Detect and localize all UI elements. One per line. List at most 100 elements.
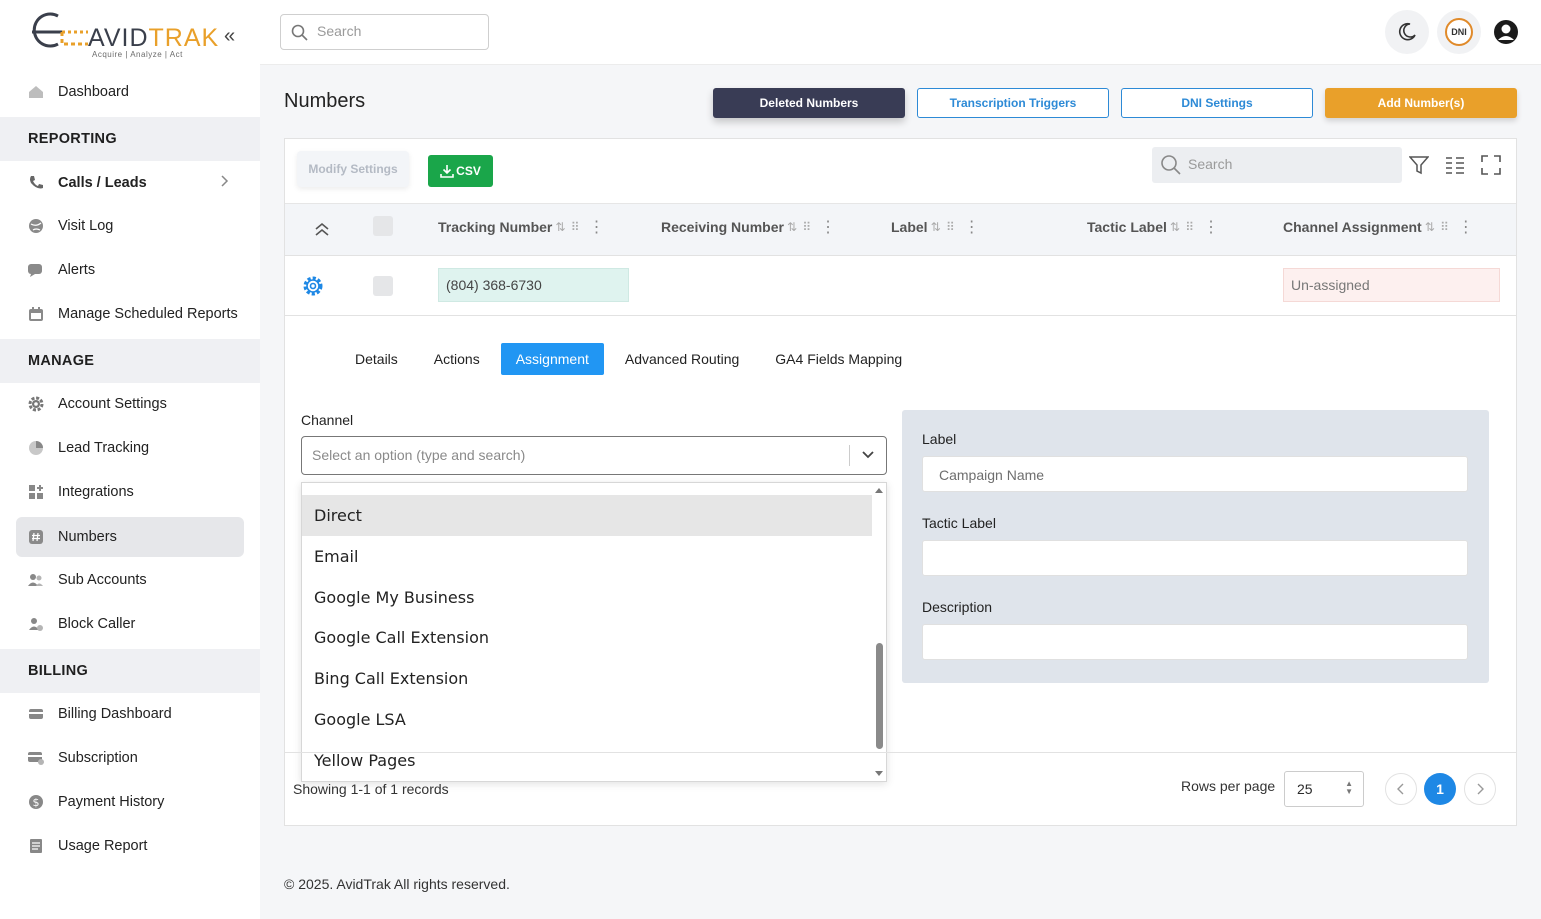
phone-icon bbox=[26, 173, 46, 193]
tab-details[interactable]: Details bbox=[340, 343, 413, 375]
sidebar-item-calls-leads[interactable]: Calls / Leads bbox=[16, 163, 244, 203]
description-input[interactable] bbox=[939, 635, 1439, 651]
pie-chart-icon bbox=[26, 438, 46, 458]
next-page-button[interactable] bbox=[1464, 773, 1496, 805]
fullscreen-icon[interactable] bbox=[1481, 155, 1501, 175]
add-numbers-button[interactable]: Add Number(s) bbox=[1325, 88, 1517, 118]
channel-option[interactable]: Email bbox=[302, 536, 872, 577]
column-menu-icon[interactable]: ⋮ bbox=[964, 217, 980, 237]
sort-icon[interactable]: ⇅ ⠿ bbox=[931, 220, 956, 234]
tracking-number-cell[interactable]: (804) 368-6730 bbox=[438, 268, 629, 302]
sidebar-item-visit-log[interactable]: Visit Log bbox=[16, 206, 244, 246]
brand-tagline: Acquire | Analyze | Act bbox=[92, 50, 183, 59]
column-menu-icon[interactable]: ⋮ bbox=[1203, 217, 1219, 237]
label-input[interactable] bbox=[939, 467, 1439, 483]
channel-select-input[interactable] bbox=[312, 447, 832, 463]
numbers-card: Modify Settings CSV Tracking Number⇅ ⠿⋮ … bbox=[284, 138, 1517, 826]
scrollbar-thumb[interactable] bbox=[876, 643, 883, 749]
dni-settings-button[interactable]: DNI Settings bbox=[1121, 88, 1313, 118]
row-checkbox[interactable] bbox=[373, 276, 393, 296]
dni-button[interactable]: DNI bbox=[1437, 10, 1481, 54]
channel-option[interactable]: Bing Call Extension bbox=[302, 658, 872, 699]
sidebar-item-payment-history[interactable]: $ Payment History bbox=[16, 782, 244, 822]
channel-select[interactable] bbox=[301, 436, 887, 475]
chevron-left-icon bbox=[1397, 783, 1404, 795]
sort-icon[interactable]: ⇅ ⠿ bbox=[1170, 220, 1195, 234]
page-1-button[interactable]: 1 bbox=[1424, 773, 1456, 805]
column-header-tactic-label[interactable]: Tactic Label ⇅ ⠿ ⋮ bbox=[1087, 217, 1219, 237]
sidebar-item-billing-dashboard[interactable]: Billing Dashboard bbox=[16, 694, 244, 734]
sidebar-item-sub-accounts[interactable]: Sub Accounts bbox=[16, 560, 244, 600]
channel-option[interactable]: Yellow Pages bbox=[302, 740, 872, 781]
sort-icon[interactable]: ⇅ ⠿ bbox=[555, 220, 580, 234]
tab-ga4-fields-mapping[interactable]: GA4 Fields Mapping bbox=[760, 343, 917, 375]
tactic-label-input[interactable] bbox=[939, 551, 1439, 567]
search-icon bbox=[1161, 155, 1181, 175]
user-avatar-icon[interactable] bbox=[1493, 19, 1519, 50]
theme-toggle-button[interactable] bbox=[1385, 10, 1429, 54]
table-row[interactable]: (804) 368-6730 Un-assigned bbox=[285, 256, 1516, 316]
global-search[interactable] bbox=[280, 14, 489, 50]
sidebar-item-block-caller[interactable]: Block Caller bbox=[16, 604, 244, 644]
sidebar-item-lead-tracking[interactable]: Lead Tracking bbox=[16, 428, 244, 468]
sidebar-item-alerts[interactable]: Alerts bbox=[16, 250, 244, 290]
column-header-channel-assignment[interactable]: Channel Assignment ⇅ ⠿ ⋮ bbox=[1283, 217, 1474, 237]
dropdown-scrollbar[interactable] bbox=[872, 483, 886, 781]
channel-option[interactable]: Direct bbox=[302, 495, 872, 536]
collapse-sidebar-icon[interactable]: « bbox=[224, 26, 235, 46]
select-separator bbox=[849, 445, 850, 466]
column-label: Channel Assignment bbox=[1283, 219, 1422, 235]
scroll-up-arrow-icon[interactable] bbox=[875, 488, 883, 493]
description-field[interactable] bbox=[922, 624, 1468, 660]
global-search-input[interactable] bbox=[317, 23, 477, 39]
column-label: Tactic Label bbox=[1087, 219, 1167, 235]
csv-export-button[interactable]: CSV bbox=[428, 155, 493, 187]
column-header-tracking-number[interactable]: Tracking Number ⇅ ⠿ ⋮ bbox=[438, 217, 605, 237]
column-menu-icon[interactable]: ⋮ bbox=[820, 217, 836, 237]
rows-per-page-select[interactable]: 25 ▲ ▼ bbox=[1284, 771, 1364, 807]
brand-logo[interactable]: AVIDTRAK Acquire | Analyze | Act bbox=[18, 12, 228, 62]
column-header-label[interactable]: Label ⇅ ⠿ ⋮ bbox=[891, 217, 980, 237]
tab-advanced-routing[interactable]: Advanced Routing bbox=[610, 343, 754, 375]
collapse-all-icon[interactable] bbox=[314, 221, 330, 237]
tab-assignment[interactable]: Assignment bbox=[500, 343, 604, 375]
table-search[interactable] bbox=[1152, 147, 1402, 183]
select-all-checkbox[interactable] bbox=[373, 216, 393, 236]
channel-option[interactable]: Google LSA bbox=[302, 699, 872, 740]
chevron-down-icon[interactable] bbox=[860, 447, 876, 463]
top-bar: DNI bbox=[260, 0, 1541, 65]
column-menu-icon[interactable]: ⋮ bbox=[589, 217, 605, 237]
sort-icon[interactable]: ⇅ ⠿ bbox=[1425, 220, 1450, 234]
sidebar-item-usage-report[interactable]: Usage Report bbox=[16, 826, 244, 866]
columns-icon[interactable] bbox=[1445, 155, 1465, 175]
column-header-receiving-number[interactable]: Receiving Number ⇅ ⠿ ⋮ bbox=[661, 217, 836, 237]
sidebar-item-manage-scheduled-reports[interactable]: Manage Scheduled Reports bbox=[16, 294, 244, 334]
channel-assignment-cell[interactable]: Un-assigned bbox=[1283, 268, 1500, 302]
channel-option[interactable]: Google Call Extension bbox=[302, 617, 872, 658]
sidebar-item-label: Integrations bbox=[58, 484, 134, 500]
tactic-label-field[interactable] bbox=[922, 540, 1468, 576]
sidebar-item-integrations[interactable]: Integrations bbox=[16, 472, 244, 512]
filter-icon[interactable] bbox=[1409, 155, 1429, 175]
row-settings-gear-icon[interactable] bbox=[302, 275, 324, 297]
sidebar-item-numbers[interactable]: Numbers bbox=[16, 517, 244, 557]
table-search-input[interactable] bbox=[1188, 156, 1388, 172]
sidebar-item-account-settings[interactable]: Account Settings bbox=[16, 384, 244, 424]
transcription-triggers-button[interactable]: Transcription Triggers bbox=[917, 88, 1109, 118]
prev-page-button[interactable] bbox=[1385, 773, 1417, 805]
sidebar-item-label: Manage Scheduled Reports bbox=[58, 306, 238, 322]
column-menu-icon[interactable]: ⋮ bbox=[1458, 217, 1474, 237]
tab-actions[interactable]: Actions bbox=[419, 343, 495, 375]
label-field[interactable] bbox=[922, 456, 1468, 492]
sort-icon[interactable]: ⇅ ⠿ bbox=[787, 220, 812, 234]
deleted-numbers-button[interactable]: Deleted Numbers bbox=[713, 88, 905, 118]
modify-settings-button[interactable]: Modify Settings bbox=[297, 151, 409, 187]
download-icon bbox=[440, 165, 454, 178]
user-block-icon bbox=[26, 614, 46, 634]
card-refresh-icon bbox=[26, 748, 46, 768]
page-title: Numbers bbox=[284, 90, 366, 112]
sidebar-item-dashboard[interactable]: Dashboard bbox=[16, 72, 244, 112]
scroll-down-arrow-icon[interactable] bbox=[875, 771, 883, 776]
channel-option[interactable]: Google My Business bbox=[302, 577, 872, 618]
sidebar-item-subscription[interactable]: Subscription bbox=[16, 738, 244, 778]
